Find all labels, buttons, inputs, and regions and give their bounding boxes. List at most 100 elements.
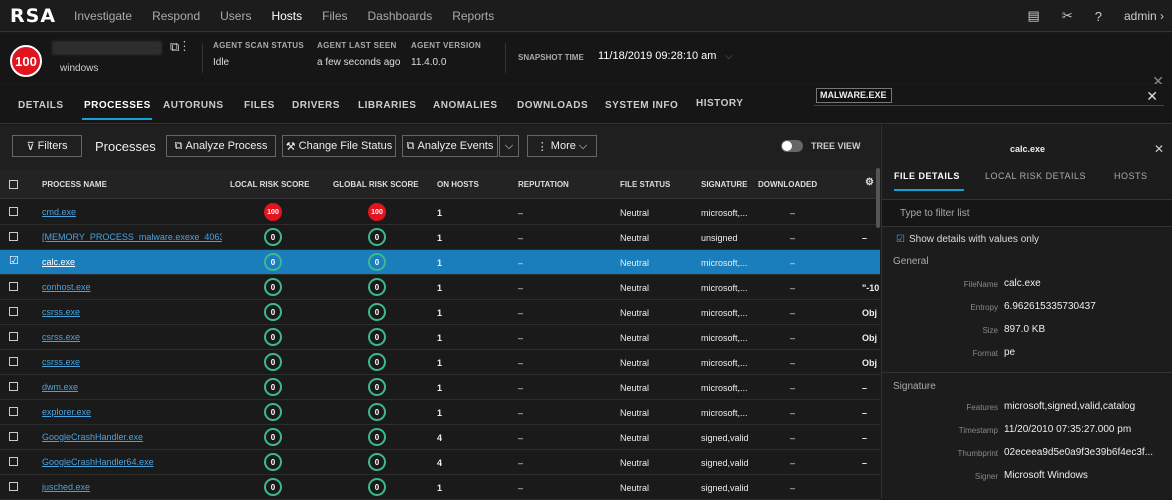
col-signature[interactable]: SIGNATURE xyxy=(701,180,748,189)
select-all-checkbox[interactable] xyxy=(9,180,18,189)
search-chip[interactable]: MALWARE.EXE xyxy=(816,88,892,103)
row-checkbox[interactable] xyxy=(9,332,18,341)
row-checkbox[interactable] xyxy=(9,207,18,216)
signature: microsoft,... xyxy=(701,358,748,368)
row-checkbox[interactable] xyxy=(9,357,18,366)
table-row[interactable]: dwm.exe 0 0 1 – Neutral microsoft,... – – xyxy=(0,375,880,400)
field-value: 6.962615335730437 xyxy=(1004,301,1096,312)
nav-users[interactable]: Users xyxy=(220,9,251,23)
process-name-link[interactable]: csrss.exe xyxy=(42,357,222,367)
tab-processes[interactable]: PROCESSES xyxy=(84,100,151,111)
on-hosts: 1 xyxy=(437,358,443,368)
help-icon[interactable]: ? xyxy=(1095,9,1102,24)
row-checkbox[interactable] xyxy=(9,457,18,466)
nav-dashboards[interactable]: Dashboards xyxy=(368,9,433,23)
row-checkbox[interactable] xyxy=(9,482,18,491)
snapshot-select[interactable]: 11/18/2019 09:28:10 am xyxy=(598,50,716,62)
table-row[interactable]: ☑ calc.exe 0 0 1 – Neutral microsoft,... – xyxy=(0,250,880,275)
tab-downloads[interactable]: DOWNLOADS xyxy=(517,100,588,111)
nav-hosts[interactable]: Hosts xyxy=(271,9,302,23)
analyze-process-button[interactable]: ⧉ Analyze Process xyxy=(166,135,276,157)
tab-autoruns[interactable]: AUTORUNS xyxy=(163,100,223,111)
file-status: Neutral xyxy=(620,458,650,468)
tab-file-details[interactable]: FILE DETAILS xyxy=(894,171,960,181)
tab-local-risk-details[interactable]: LOCAL RISK DETAILS xyxy=(985,171,1086,181)
col-local-risk[interactable]: LOCAL RISK SCORE xyxy=(230,180,309,189)
nav-reports[interactable]: Reports xyxy=(452,9,494,23)
process-name-link[interactable]: conhost.exe xyxy=(42,282,222,292)
table-row[interactable]: GoogleCrashHandler64.exe 0 0 4 – Neutral signe… xyxy=(0,450,880,475)
tools-icon[interactable]: ✂ xyxy=(1062,8,1073,24)
table-scrollbar[interactable] xyxy=(876,168,880,228)
tab-drivers[interactable]: DRIVERS xyxy=(292,100,340,111)
row-checkbox[interactable] xyxy=(9,282,18,291)
tab-libraries[interactable]: LIBRARIES xyxy=(358,100,416,111)
local-risk-score: 0 xyxy=(264,278,282,296)
table-row[interactable]: GoogleCrashHandler.exe 0 0 4 – Neutral signed,… xyxy=(0,425,880,450)
process-name-link[interactable]: calc.exe xyxy=(42,257,222,267)
chevron-down-icon[interactable]: ⌵ xyxy=(725,51,733,62)
table-row[interactable]: csrss.exe 0 0 1 – Neutral microsoft,... – Obj xyxy=(0,300,880,325)
local-risk-score: 0 xyxy=(264,453,282,471)
nav-files[interactable]: Files xyxy=(322,9,347,23)
process-name-link[interactable]: dwm.exe xyxy=(42,382,222,392)
column-settings-icon[interactable]: ⚙ xyxy=(865,177,874,188)
col-file-status[interactable]: FILE STATUS xyxy=(620,180,670,189)
signature: microsoft,... xyxy=(701,383,748,393)
show-details-checkbox[interactable]: ☑ Show details with values only xyxy=(896,234,1039,245)
notes-icon[interactable]: ▤ xyxy=(1028,8,1040,24)
row-checkbox[interactable] xyxy=(9,407,18,416)
nav-investigate[interactable]: Investigate xyxy=(74,9,132,23)
tab-anomalies[interactable]: ANOMALIES xyxy=(433,100,498,111)
nav-respond[interactable]: Respond xyxy=(152,9,200,23)
reputation: – xyxy=(518,208,524,218)
process-name-link[interactable]: GoogleCrashHandler.exe xyxy=(42,432,222,442)
process-name-link[interactable]: explorer.exe xyxy=(42,407,222,417)
filters-button[interactable]: ⊽ Filters xyxy=(12,135,82,157)
table-row[interactable]: jusched.exe 0 0 1 – Neutral signed,valid – xyxy=(0,475,880,500)
chevron-down-icon: ⌵ xyxy=(504,139,514,152)
row-checkbox[interactable] xyxy=(9,432,18,441)
col-on-hosts[interactable]: ON HOSTS xyxy=(437,180,479,189)
tab-system-info[interactable]: SYSTEM INFO xyxy=(605,100,678,111)
table-row[interactable]: csrss.exe 0 0 1 – Neutral microsoft,... – Obj xyxy=(0,325,880,350)
table-row[interactable]: conhost.exe 0 0 1 – Neutral microsoft,... – "-10 xyxy=(0,275,880,300)
row-checkbox[interactable] xyxy=(9,307,18,316)
tab-details[interactable]: DETAILS xyxy=(18,100,64,111)
tab-hosts[interactable]: HOSTS xyxy=(1114,171,1148,181)
process-name-link[interactable]: jusched.exe xyxy=(42,482,222,492)
panel-filter-input[interactable]: Type to filter list xyxy=(882,199,1172,227)
field-key: Format xyxy=(972,349,998,358)
clear-search-icon[interactable]: ✕ xyxy=(1146,88,1158,105)
col-global-risk[interactable]: GLOBAL RISK SCORE xyxy=(333,180,419,189)
process-name-link[interactable]: [MEMORY_PROCESS_malware.exexe_4063... xyxy=(42,232,222,242)
more-button[interactable]: ⋮ More ⌵ xyxy=(527,135,597,157)
user-menu[interactable]: admin › xyxy=(1124,9,1164,23)
row-checkbox[interactable]: ☑ xyxy=(9,256,19,267)
table-row[interactable]: explorer.exe 0 0 1 – Neutral microsoft,... – – xyxy=(0,400,880,425)
col-downloaded[interactable]: DOWNLOADED xyxy=(758,180,817,189)
close-panel-icon[interactable]: ✕ xyxy=(1154,142,1164,156)
process-name-link[interactable]: csrss.exe xyxy=(42,307,222,317)
tree-view-toggle[interactable] xyxy=(781,140,803,152)
field-key: Thumbprint xyxy=(957,449,998,458)
global-risk-score: 0 xyxy=(368,378,386,396)
signature: signed,valid xyxy=(701,483,749,493)
table-row[interactable]: csrss.exe 0 0 1 – Neutral microsoft,... – Obj xyxy=(0,350,880,375)
table-row[interactable]: [MEMORY_PROCESS_malware.exexe_4063... 0 0 1… xyxy=(0,225,880,250)
table-row[interactable]: cmd.exe 100 100 1 – Neutral microsoft,... – xyxy=(0,200,880,225)
process-name-link[interactable]: GoogleCrashHandler64.exe xyxy=(42,457,222,467)
process-name-link[interactable]: csrss.exe xyxy=(42,332,222,342)
row-checkbox[interactable] xyxy=(9,382,18,391)
tab-files[interactable]: FILES xyxy=(244,100,275,111)
file-details-panel: calc.exe ✕ FILE DETAILS LOCAL RISK DETAI… xyxy=(881,125,1172,499)
analyze-events-button[interactable]: ⧉ Analyze Events xyxy=(402,135,498,157)
row-checkbox[interactable] xyxy=(9,232,18,241)
col-reputation[interactable]: REPUTATION xyxy=(518,180,569,189)
analyze-events-dropdown[interactable]: ⌵ xyxy=(499,135,519,157)
change-file-status-button[interactable]: ⚒ Change File Status xyxy=(282,135,396,157)
col-process-name[interactable]: PROCESS NAME xyxy=(42,180,107,189)
process-name-link[interactable]: cmd.exe xyxy=(42,207,222,217)
tab-history[interactable]: HISTORY xyxy=(696,98,743,109)
external-link-icon[interactable]: ⧉ ⋮ xyxy=(170,39,186,55)
